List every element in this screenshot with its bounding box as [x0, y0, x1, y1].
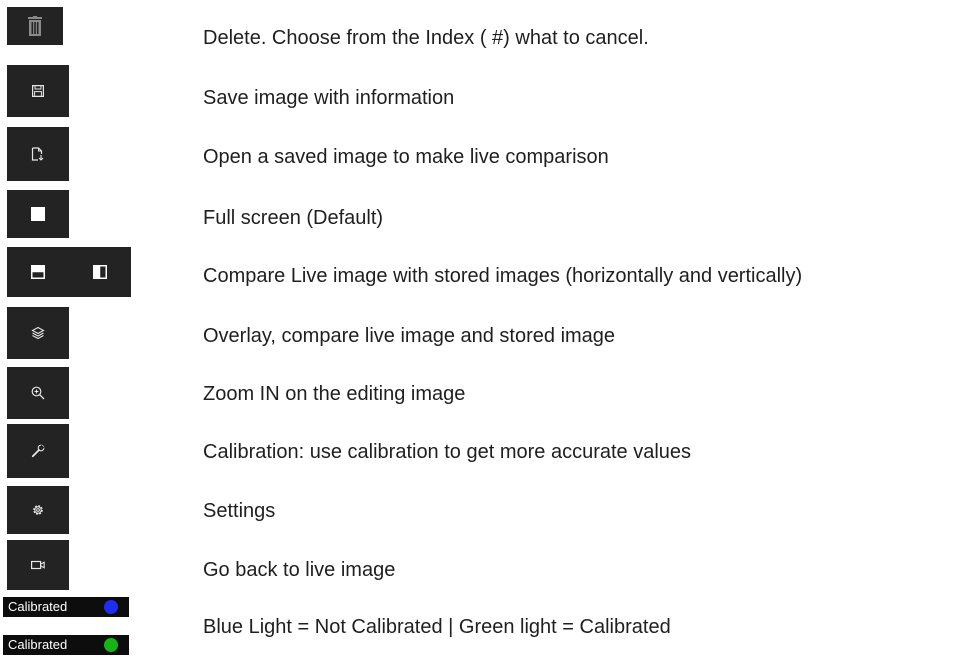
calibration-button[interactable] — [7, 424, 69, 478]
compare-vertical-button[interactable] — [69, 247, 131, 297]
wrench-icon — [31, 444, 45, 458]
gear-icon — [31, 503, 45, 517]
trash-icon — [28, 16, 42, 36]
settings-button[interactable] — [7, 486, 69, 534]
delete-description: Delete. Choose from the Index ( #) what … — [203, 27, 649, 49]
video-camera-icon — [31, 560, 45, 570]
compare-horizontal-button[interactable] — [7, 247, 69, 297]
save-button[interactable] — [7, 65, 69, 117]
split-horizontal-icon — [31, 265, 45, 279]
compare-description: Compare Live image with stored images (h… — [203, 265, 803, 287]
calibration-status-calibrated: Calibrated — [3, 635, 129, 655]
calibration-description: Calibration: use calibration to get more… — [203, 441, 692, 463]
live-image-button[interactable] — [7, 540, 69, 590]
full-screen-button[interactable] — [7, 190, 69, 238]
layers-icon — [31, 326, 45, 340]
split-vertical-icon — [93, 265, 107, 279]
zoom-in-button[interactable] — [7, 367, 69, 419]
zoom-in-icon — [31, 386, 45, 400]
open-file-description: Open a saved image to make live comparis… — [203, 146, 609, 168]
blue-status-light — [104, 600, 118, 614]
full-screen-icon — [31, 207, 45, 221]
badge-label: Calibrated — [8, 637, 68, 652]
full-screen-description: Full screen (Default) — [203, 207, 384, 229]
open-file-icon — [31, 147, 45, 161]
calibration-status-not-calibrated: Calibrated — [3, 597, 129, 617]
overlay-button[interactable] — [7, 307, 69, 359]
save-icon — [32, 85, 44, 97]
live-image-description: Go back to live image — [203, 559, 396, 581]
calibration-status-description: Blue Light = Not Calibrated | Green ligh… — [203, 616, 671, 638]
delete-button[interactable] — [7, 7, 63, 45]
zoom-in-description: Zoom IN on the editing image — [203, 383, 466, 405]
badge-label: Calibrated — [8, 599, 68, 614]
save-description: Save image with information — [203, 87, 455, 109]
green-status-light — [104, 638, 118, 652]
overlay-description: Overlay, compare live image and stored i… — [203, 325, 616, 347]
settings-description: Settings — [203, 500, 276, 522]
open-file-button[interactable] — [7, 127, 69, 181]
